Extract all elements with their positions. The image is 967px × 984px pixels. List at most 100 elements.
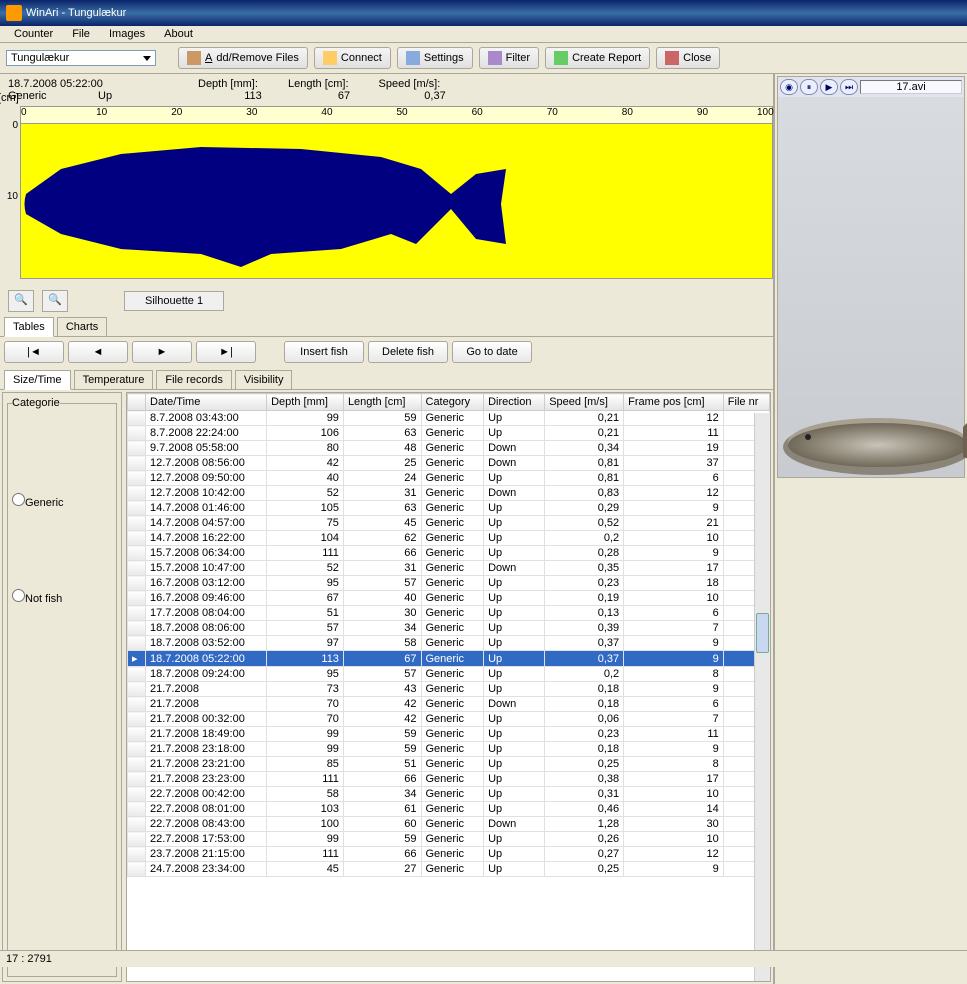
table-row[interactable]: ▸18.7.2008 05:22:0011367GenericUp0,3791 [128, 651, 770, 667]
table-row[interactable]: 16.7.2008 09:46:006740GenericUp0,19101 [128, 591, 770, 606]
category-panel: Categorie Generic Not fish [2, 392, 122, 982]
table-row[interactable]: 12.7.2008 10:42:005231GenericDown0,83121 [128, 486, 770, 501]
video-rewind-button[interactable]: ◉ [780, 79, 798, 95]
category-legend: Categorie [12, 397, 60, 409]
menu-about[interactable]: About [156, 26, 201, 42]
menubar: Counter File Images About [0, 26, 967, 43]
col-header[interactable]: File nr [723, 394, 769, 411]
subtab-size-time[interactable]: Size/Time [4, 370, 71, 390]
col-header[interactable]: Depth [mm] [267, 394, 344, 411]
filter-icon [488, 51, 502, 65]
table-row[interactable]: 21.7.2008 00:32:007042GenericUp0,0671 [128, 712, 770, 727]
video-filename: 17.avi [860, 80, 962, 94]
nav-next-button[interactable]: ► [132, 341, 192, 363]
table-row[interactable]: 18.7.2008 08:06:005734GenericUp0,3971 [128, 621, 770, 636]
table-row[interactable]: 21.7.20087042GenericDown0,1861 [128, 697, 770, 712]
video-panel: ◉ ⏸ ▶ ⏭ 17.avi [777, 76, 965, 478]
col-header[interactable]: Speed [m/s] [545, 394, 624, 411]
video-frame[interactable] [778, 97, 964, 477]
table-row[interactable]: 21.7.2008 23:23:0011166GenericUp0,38171 [128, 772, 770, 787]
subtab-visibility[interactable]: Visibility [235, 370, 293, 389]
fish-canvas[interactable] [20, 124, 773, 279]
table-row[interactable]: 14.7.2008 04:57:007545GenericUp0,52211 [128, 516, 770, 531]
x-ruler: 0 10 20 30 40 50 60 70 80 90 100 [20, 106, 773, 124]
dropdown-arrow-icon [143, 56, 151, 61]
info-length: 67 [338, 90, 350, 102]
table-row[interactable]: 22.7.2008 00:42:005834GenericUp0,31101 [128, 787, 770, 802]
table-row[interactable]: 18.7.2008 09:24:009557GenericUp0,281 [128, 667, 770, 682]
window-title: WinAri - Tungulækur [26, 7, 126, 19]
connect-button[interactable]: Connect [314, 47, 391, 69]
length-label: Length [cm]: [288, 78, 349, 90]
info-speed: 0,37 [424, 90, 445, 102]
table-row[interactable]: 8.7.2008 22:24:0010663GenericUp0,21111 [128, 426, 770, 441]
add-remove-files-button[interactable]: AAdd/Remove Filesdd/Remove Files [178, 47, 308, 69]
tab-charts[interactable]: Charts [57, 317, 107, 336]
col-header[interactable]: Category [421, 394, 484, 411]
table-row[interactable]: 14.7.2008 01:46:0010563GenericUp0,2991 [128, 501, 770, 516]
y-axis: [cm] 0 10 [0, 106, 20, 286]
video-play-button[interactable]: ▶ [820, 79, 838, 95]
table-row[interactable]: 23.7.2008 21:15:0011166GenericUp0,27121 [128, 847, 770, 862]
subtab-temperature[interactable]: Temperature [74, 370, 154, 389]
table-row[interactable]: 16.7.2008 03:12:009557GenericUp0,23181 [128, 576, 770, 591]
table-row[interactable]: 8.7.2008 03:43:009959GenericUp0,21121 [128, 411, 770, 426]
radio-generic[interactable]: Generic [12, 493, 112, 509]
speed-label: Speed [m/s]: [379, 78, 441, 90]
table-row[interactable]: 14.7.2008 16:22:0010462GenericUp0,2101 [128, 531, 770, 546]
menu-counter[interactable]: Counter [6, 26, 61, 42]
filter-button[interactable]: Filter [479, 47, 539, 69]
settings-button[interactable]: Settings [397, 47, 473, 69]
nav-first-button[interactable]: |◄ [4, 341, 64, 363]
tab-tables[interactable]: Tables [4, 317, 54, 337]
scrollbar-thumb[interactable] [756, 613, 769, 653]
files-icon [187, 51, 201, 65]
table-row[interactable]: 24.7.2008 23:34:004527GenericUp0,2591 [128, 862, 770, 877]
close-icon [665, 51, 679, 65]
settings-icon [406, 51, 420, 65]
toolbar: Tungulækur AAdd/Remove Filesdd/Remove Fi… [0, 43, 967, 74]
table-row[interactable]: 15.7.2008 10:47:005231GenericDown0,35171 [128, 561, 770, 576]
info-direction: Up [98, 90, 112, 102]
subtab-file-records[interactable]: File records [156, 370, 231, 389]
info-depth: 113 [244, 90, 262, 102]
table-row[interactable]: 12.7.2008 08:56:004225GenericDown0,81371 [128, 456, 770, 471]
table-row[interactable]: 12.7.2008 09:50:004024GenericUp0,8161 [128, 471, 770, 486]
table-row[interactable]: 21.7.2008 18:49:009959GenericUp0,23111 [128, 727, 770, 742]
delete-fish-button[interactable]: Delete fish [368, 341, 448, 363]
table-row[interactable]: 22.7.2008 08:43:0010060GenericDown1,2830… [128, 817, 770, 832]
video-pause-button[interactable]: ⏸ [800, 79, 818, 95]
table-row[interactable]: 18.7.2008 03:52:009758GenericUp0,3791 [128, 636, 770, 651]
col-header[interactable]: Date/Time [146, 394, 267, 411]
data-grid[interactable]: Date/TimeDepth [mm]Length [cm]CategoryDi… [126, 392, 771, 982]
video-step-button[interactable]: ⏭ [840, 79, 858, 95]
table-row[interactable]: 9.7.2008 05:58:008048GenericDown0,34191 [128, 441, 770, 456]
silhouette-button[interactable]: Silhouette 1 [124, 291, 224, 311]
table-row[interactable]: 21.7.20087343GenericUp0,1891 [128, 682, 770, 697]
fish-silhouette-icon [21, 139, 511, 269]
menu-images[interactable]: Images [101, 26, 153, 42]
table-row[interactable]: 21.7.2008 23:18:009959GenericUp0,1891 [128, 742, 770, 757]
col-header[interactable]: Frame pos [cm] [624, 394, 724, 411]
table-row[interactable]: 17.7.2008 08:04:005130GenericUp0,1361 [128, 606, 770, 621]
table-row[interactable]: 21.7.2008 23:21:008551GenericUp0,2581 [128, 757, 770, 772]
nav-prev-button[interactable]: ◄ [68, 341, 128, 363]
table-row[interactable]: 22.7.2008 17:53:009959GenericUp0,26101 [128, 832, 770, 847]
menu-file[interactable]: File [64, 26, 98, 42]
radio-not-fish[interactable]: Not fish [12, 589, 112, 605]
location-dropdown[interactable]: Tungulækur [6, 50, 156, 66]
fish-photo [778, 367, 967, 477]
close-button[interactable]: Close [656, 47, 720, 69]
goto-date-button[interactable]: Go to date [452, 341, 532, 363]
nav-row: |◄ ◄ ► ►| Insert fish Delete fish Go to … [0, 336, 773, 367]
zoom-in-button[interactable]: 🔍 [8, 290, 34, 312]
create-report-button[interactable]: Create Report [545, 47, 650, 69]
col-header[interactable]: Direction [484, 394, 545, 411]
zoom-out-button[interactable]: 🔍 [42, 290, 68, 312]
nav-last-button[interactable]: ►| [196, 341, 256, 363]
table-row[interactable]: 15.7.2008 06:34:0011166GenericUp0,2891 [128, 546, 770, 561]
table-row[interactable]: 22.7.2008 08:01:0010361GenericUp0,46141 [128, 802, 770, 817]
col-header[interactable]: Length [cm] [343, 394, 421, 411]
vertical-scrollbar[interactable] [754, 413, 770, 981]
insert-fish-button[interactable]: Insert fish [284, 341, 364, 363]
